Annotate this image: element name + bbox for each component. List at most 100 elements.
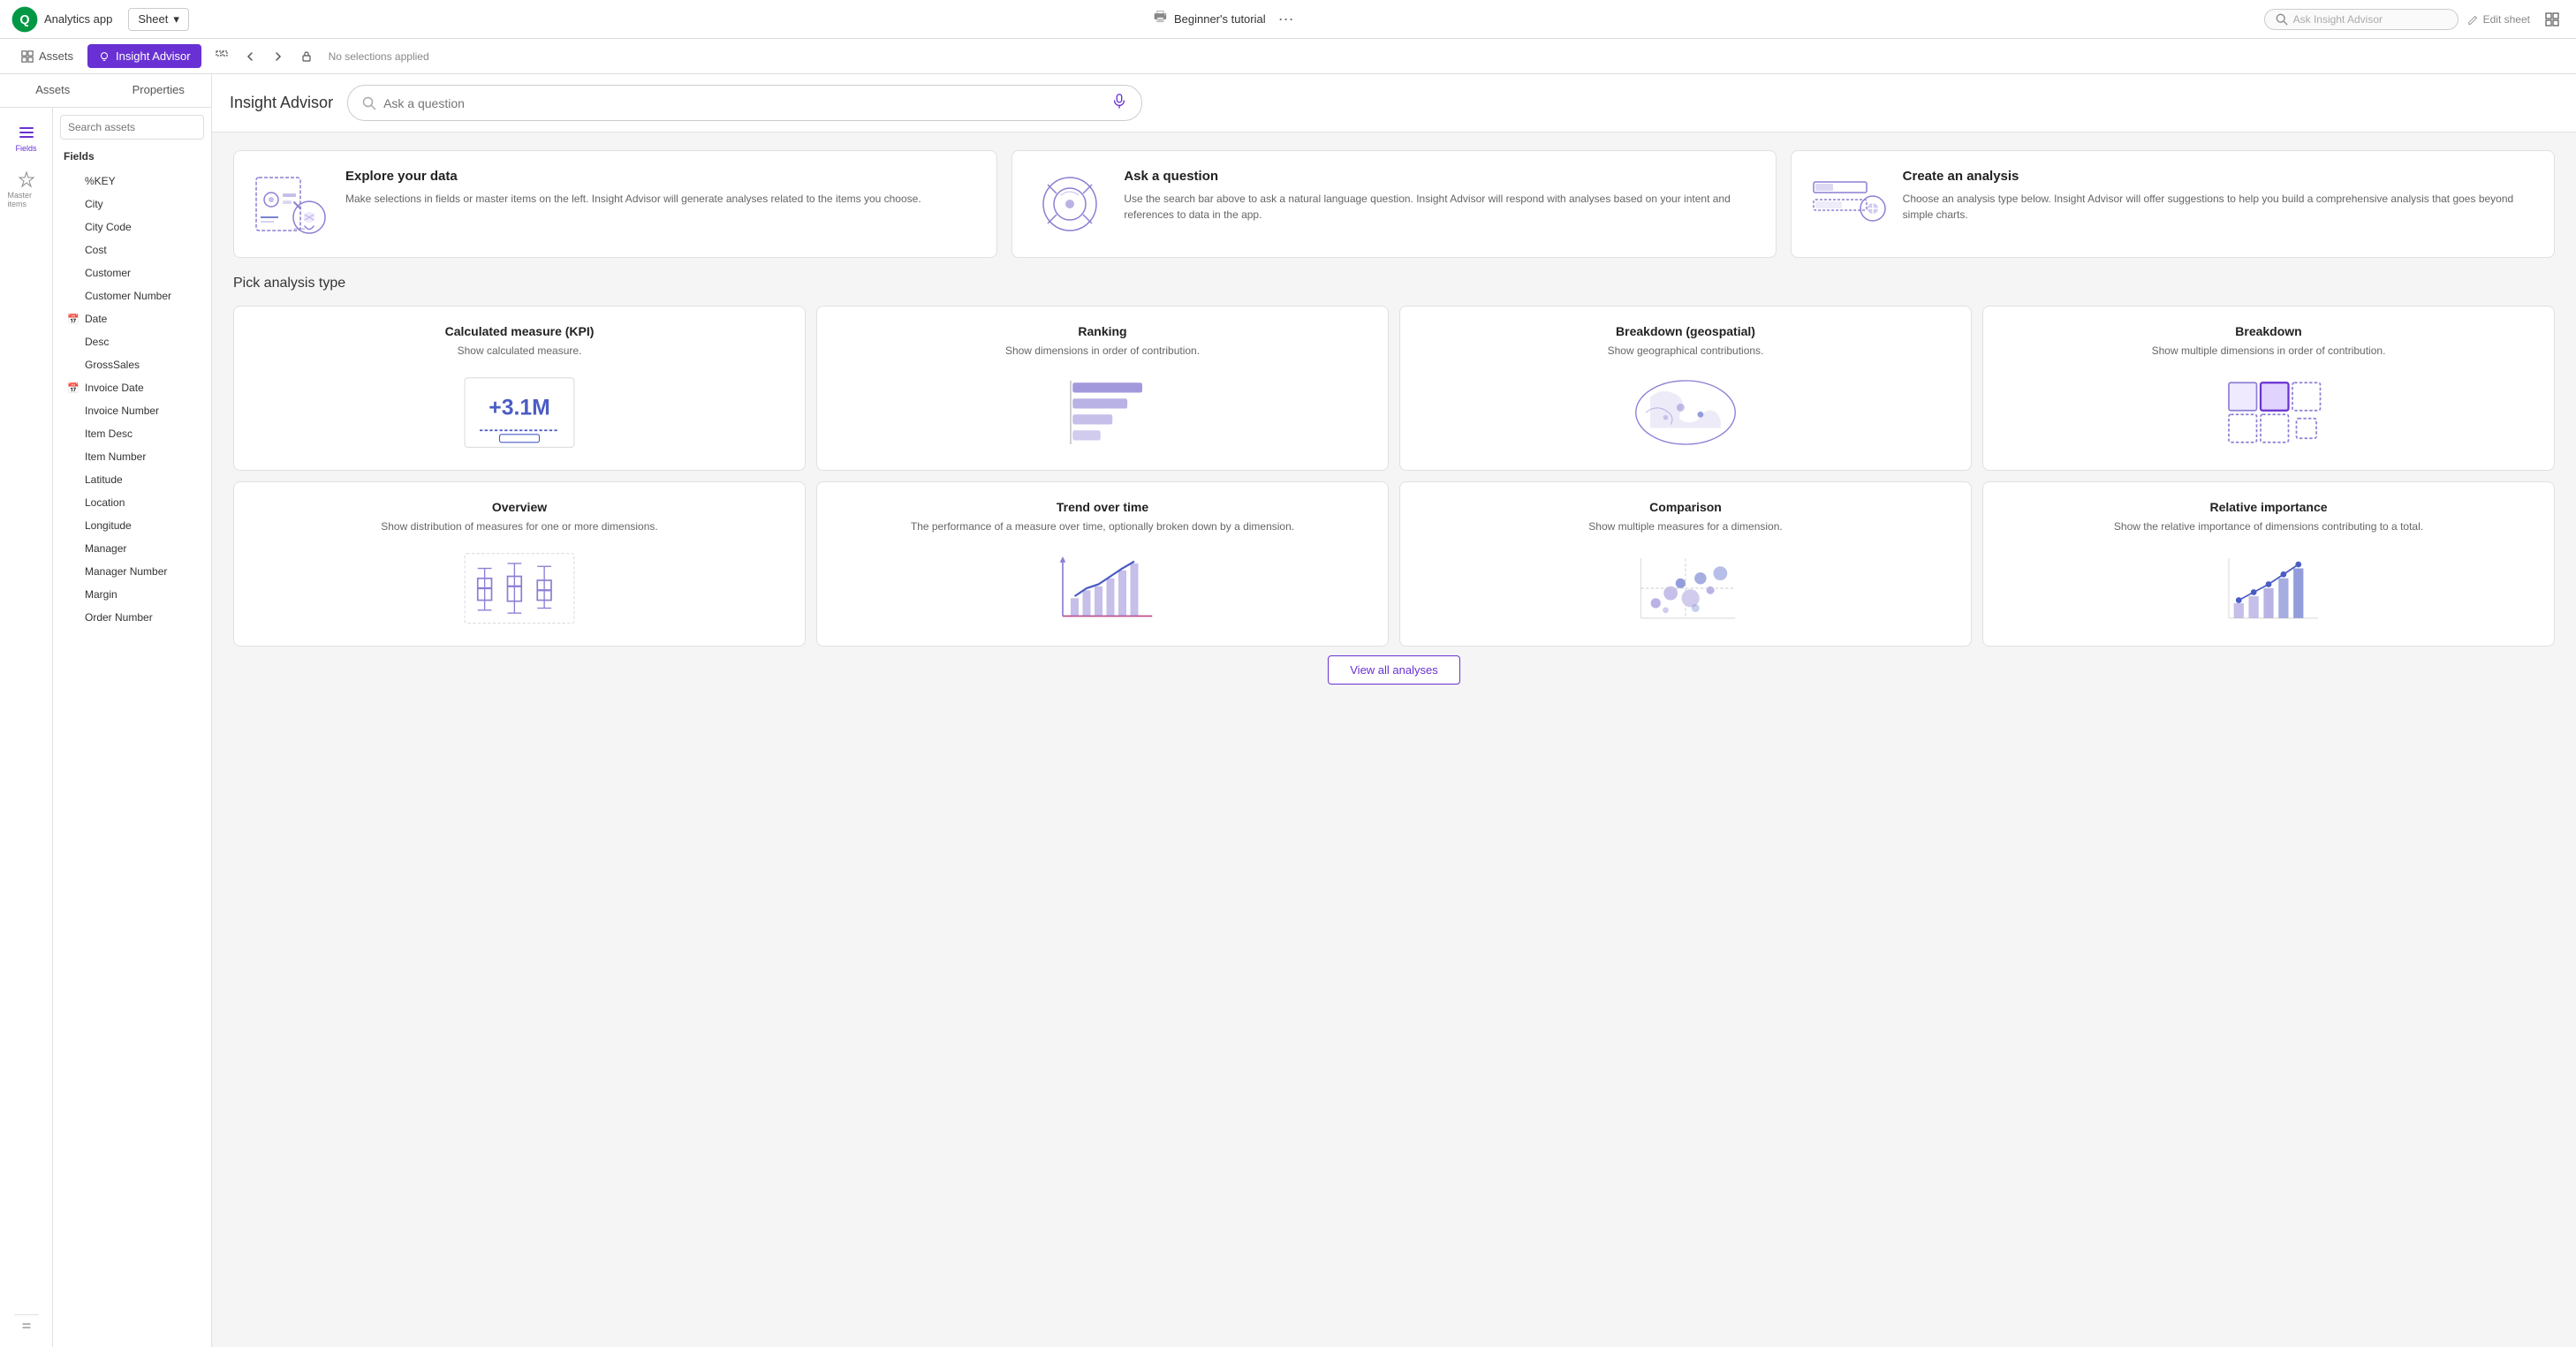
field-item[interactable]: Longitude xyxy=(60,514,204,537)
fields-icon xyxy=(18,124,35,141)
ask-icon xyxy=(1030,169,1110,239)
explore-icon-area xyxy=(252,169,331,239)
ia-search-input[interactable] xyxy=(383,96,1104,110)
field-name: Date xyxy=(85,313,107,325)
field-name: Customer Number xyxy=(85,290,171,302)
field-item[interactable]: Latitude xyxy=(60,468,204,491)
grid-icon xyxy=(2545,12,2559,26)
mic-button[interactable] xyxy=(1111,93,1127,113)
analysis-card-breakdown[interactable]: Breakdown Show multiple dimensions in or… xyxy=(1982,306,2555,471)
toolbar-icon-4[interactable] xyxy=(293,43,320,70)
info-cards-row: Explore your data Make selections in fie… xyxy=(212,132,2576,267)
qlik-logo: Q Analytics app xyxy=(11,5,112,34)
nav-right: Ask Insight Advisor Edit sheet xyxy=(2264,6,2565,33)
analysis-card-relative[interactable]: Relative importance Show the relative im… xyxy=(1982,481,2555,647)
analysis-card-geo[interactable]: Breakdown (geospatial) Show geographical… xyxy=(1399,306,1972,471)
field-item[interactable]: Cost xyxy=(60,238,204,261)
analysis-card-kpi[interactable]: Calculated measure (KPI) Show calculated… xyxy=(233,306,806,471)
second-nav: Assets Insight Advisor No selections app… xyxy=(0,39,2576,74)
tab-assets[interactable]: Assets xyxy=(0,74,106,107)
field-name: Manager Number xyxy=(85,565,167,578)
top-nav: Q Analytics app Sheet ▾ 🖶 Beginner's tut… xyxy=(0,0,2576,39)
relative-chart xyxy=(1997,549,2540,628)
sidebar-item-fields[interactable]: Fields xyxy=(4,117,49,160)
field-item[interactable]: Manager Number xyxy=(60,560,204,583)
more-options-button[interactable]: ··· xyxy=(1273,8,1299,30)
field-item[interactable]: GrossSales xyxy=(60,353,204,376)
comparison-desc: Show multiple measures for a dimension. xyxy=(1588,519,1782,534)
collapse-button[interactable] xyxy=(14,1314,39,1340)
field-item[interactable]: Customer Number xyxy=(60,284,204,307)
toolbar-icon-1[interactable] xyxy=(208,43,235,70)
overview-desc: Show distribution of measures for one or… xyxy=(381,519,657,534)
field-item[interactable]: Margin xyxy=(60,583,204,606)
field-item[interactable]: Location xyxy=(60,491,204,514)
overview-title: Overview xyxy=(492,500,547,514)
field-item[interactable]: %KEY xyxy=(60,170,204,193)
field-item[interactable]: Invoice Number xyxy=(60,399,204,422)
field-item[interactable]: 📅Date xyxy=(60,307,204,330)
selection-icon xyxy=(215,49,229,64)
field-item[interactable]: Customer xyxy=(60,261,204,284)
edit-sheet-button[interactable]: Edit sheet xyxy=(2483,13,2530,26)
ia-title: Insight Advisor xyxy=(230,94,333,112)
fields-section-title: Fields xyxy=(60,147,204,170)
analysis-card-trend[interactable]: Trend over time The performance of a mea… xyxy=(816,481,1389,647)
breakdown-desc: Show multiple dimensions in order of con… xyxy=(2152,344,2386,359)
ask-insight-label: Ask Insight Advisor xyxy=(2293,13,2383,26)
view-all-button[interactable]: View all analyses xyxy=(1328,655,1459,685)
sheet-dropdown[interactable]: Sheet ▾ xyxy=(128,8,189,31)
toolbar-icon-2[interactable] xyxy=(237,43,263,70)
trend-desc: The performance of a measure over time, … xyxy=(911,519,1294,534)
field-item[interactable]: Item Desc xyxy=(60,422,204,445)
kpi-chart: +3.1M xyxy=(248,373,791,452)
ask-insight-searchbar[interactable]: Ask Insight Advisor xyxy=(2264,9,2459,30)
toolbar-icon-3[interactable] xyxy=(265,43,292,70)
analysis-card-comparison[interactable]: Comparison Show multiple measures for a … xyxy=(1399,481,1972,647)
field-item[interactable]: Item Number xyxy=(60,445,204,468)
search-assets-input[interactable] xyxy=(60,115,204,140)
grid-view-button[interactable] xyxy=(2539,6,2565,33)
field-item[interactable]: City Code xyxy=(60,216,204,238)
sidebar-item-master-items[interactable]: Master items xyxy=(4,163,49,216)
explore-title: Explore your data xyxy=(345,169,921,184)
comparison-chart xyxy=(1414,549,1957,628)
overview-chart xyxy=(248,549,791,628)
ask-title: Ask a question xyxy=(1124,169,1757,184)
ia-search-bar[interactable] xyxy=(347,85,1142,121)
analysis-card-overview[interactable]: Overview Show distribution of measures f… xyxy=(233,481,806,647)
analysis-grid: Calculated measure (KPI) Show calculated… xyxy=(233,306,2555,647)
field-item[interactable]: Manager xyxy=(60,537,204,560)
ranking-chart xyxy=(831,373,1374,452)
field-name: Location xyxy=(85,496,125,509)
field-name: Customer xyxy=(85,267,131,279)
assets-tab-button[interactable]: Assets xyxy=(11,44,84,68)
field-item[interactable]: Order Number xyxy=(60,606,204,629)
view-all-bar: View all analyses xyxy=(233,647,2555,702)
field-item[interactable]: 📅Invoice Date xyxy=(60,376,204,399)
ia-search-icon xyxy=(362,96,376,110)
ranking-desc: Show dimensions in order of contribution… xyxy=(1005,344,1200,359)
tab-properties[interactable]: Properties xyxy=(106,74,212,107)
insight-advisor-button[interactable]: Insight Advisor xyxy=(87,44,201,68)
breakdown-title: Breakdown xyxy=(2235,324,2301,338)
search-icon xyxy=(2276,13,2288,26)
field-name: Order Number xyxy=(85,611,153,624)
geo-visual xyxy=(1414,373,1957,452)
ask-card: Ask a question Use the search bar above … xyxy=(1011,150,1776,258)
create-title: Create an analysis xyxy=(1903,169,2536,184)
analysis-card-ranking[interactable]: Ranking Show dimensions in order of cont… xyxy=(816,306,1389,471)
create-icon xyxy=(1809,169,1889,239)
field-item[interactable]: Desc xyxy=(60,330,204,353)
assets-icon xyxy=(21,50,34,63)
left-panel: Assets Properties Fields Ma xyxy=(0,74,212,1347)
ia-header: Insight Advisor xyxy=(212,74,2576,132)
left-inner: Fields Master items Fields % xyxy=(0,108,211,1347)
field-item[interactable]: City xyxy=(60,193,204,216)
field-name: City Code xyxy=(85,221,132,233)
tutorial-label: Beginner's tutorial xyxy=(1174,12,1266,26)
trend-title: Trend over time xyxy=(1057,500,1148,514)
create-card: Create an analysis Choose an analysis ty… xyxy=(1791,150,2555,258)
svg-text:+3.1M: +3.1M xyxy=(489,396,549,420)
relative-title: Relative importance xyxy=(2209,500,2327,514)
